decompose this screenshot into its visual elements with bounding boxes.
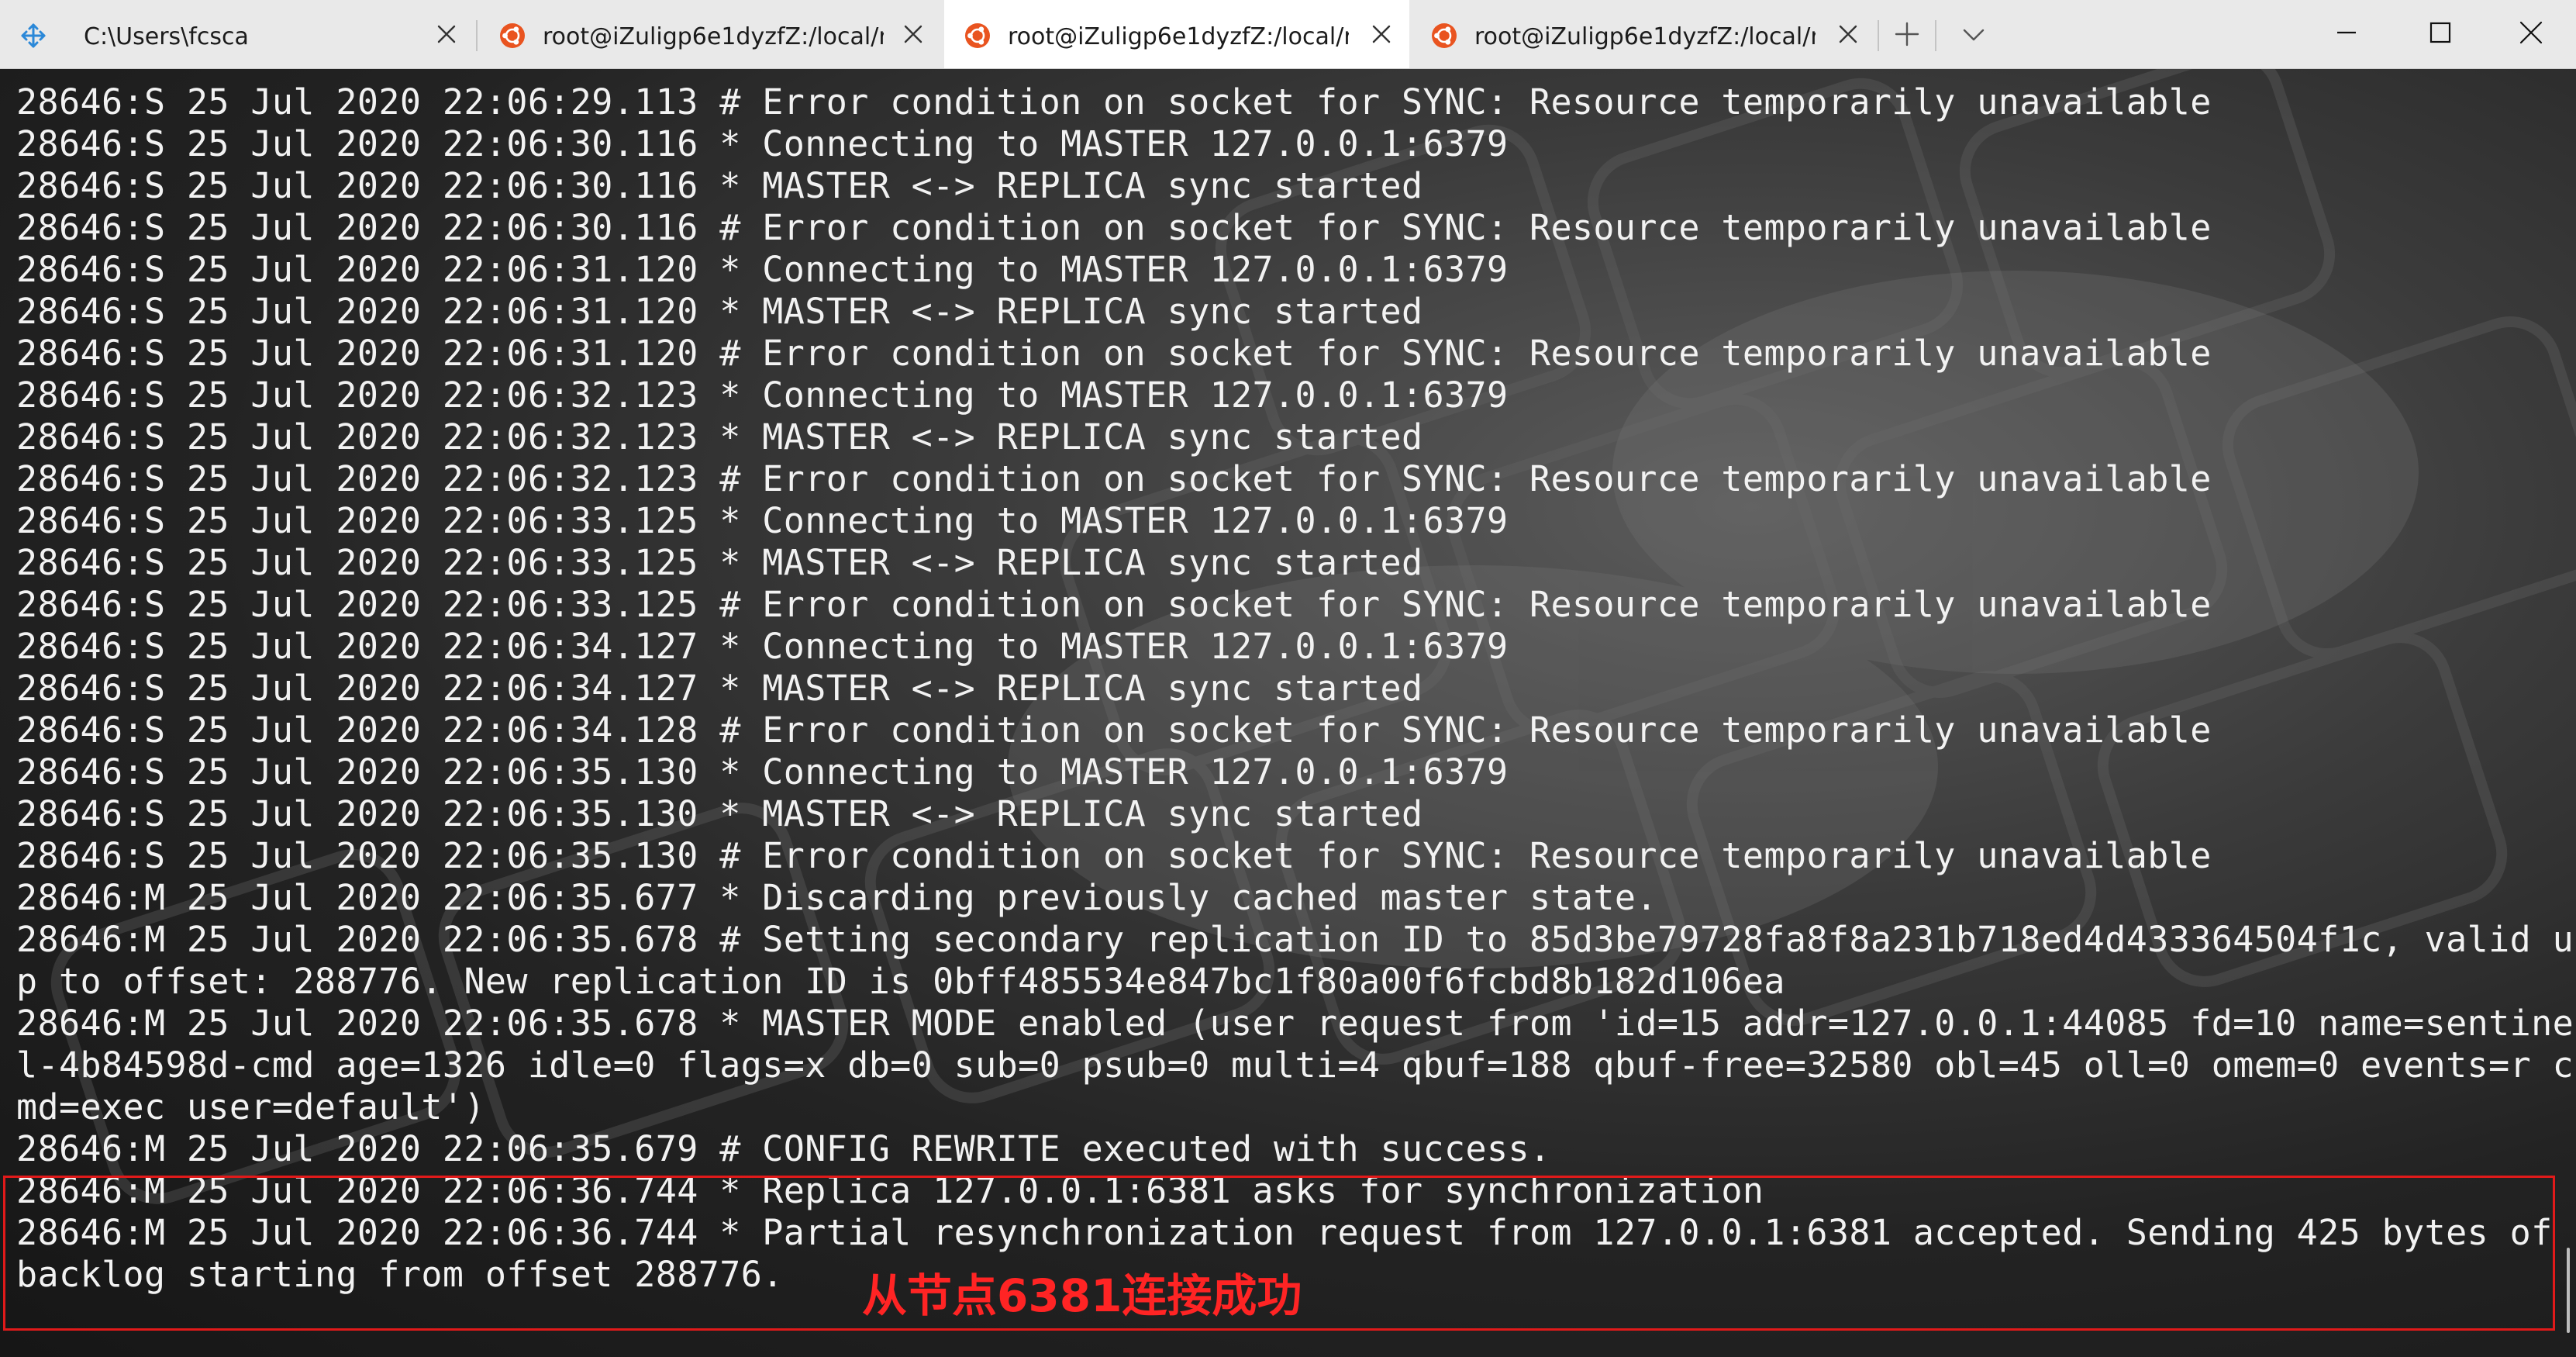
- terminal-line: 28646:S 25 Jul 2020 22:06:34.127 * MASTE…: [16, 668, 1423, 709]
- terminal-line: 28646:S 25 Jul 2020 22:06:35.130 # Error…: [16, 835, 2212, 876]
- terminal-line: 28646:S 25 Jul 2020 22:06:34.128 # Error…: [16, 710, 2212, 751]
- windows-terminal-window: C:\Users\fcsca root@iZuligp6e1dyzfZ:/loc…: [0, 0, 2576, 1357]
- terminal-line: 28646:S 25 Jul 2020 22:06:32.123 * MASTE…: [16, 416, 1423, 458]
- terminal-line: 28646:S 25 Jul 2020 22:06:35.130 * MASTE…: [16, 793, 1423, 834]
- terminal-line: 28646:M 25 Jul 2020 22:06:35.677 * Disca…: [16, 877, 1657, 918]
- terminal-line: 28646:M 25 Jul 2020 22:06:35.679 # CONFI…: [16, 1128, 1551, 1169]
- minimize-icon[interactable]: [2329, 16, 2364, 50]
- ubuntu-icon: [1432, 23, 1457, 48]
- close-icon[interactable]: [2514, 16, 2548, 50]
- terminal-line: 28646:S 25 Jul 2020 22:06:33.125 * MASTE…: [16, 542, 1423, 583]
- ubuntu-icon: [500, 23, 525, 48]
- tab-ssh-1[interactable]: root@iZuligp6e1dyzfZ:/local/rec: [479, 0, 941, 68]
- terminal-pane[interactable]: 28646:S 25 Jul 2020 22:06:29.113 # Error…: [0, 69, 2576, 1357]
- terminal-line: 28646:S 25 Jul 2020 22:06:32.123 * Conne…: [16, 375, 1509, 416]
- tab-title: C:\Users\fcsca: [84, 23, 249, 50]
- maximize-icon[interactable]: [2423, 16, 2457, 50]
- terminal-line: 28646:S 25 Jul 2020 22:06:30.116 * Conne…: [16, 123, 1509, 164]
- tab-title: root@iZuligp6e1dyzfZ:/local/rec: [1474, 23, 1816, 50]
- tab-bar: C:\Users\fcsca root@iZuligp6e1dyzfZ:/loc…: [0, 0, 2576, 69]
- terminal-line: l-4b84598d-cmd age=1326 idle=0 flags=x d…: [16, 1045, 2574, 1086]
- close-icon[interactable]: [902, 23, 924, 45]
- close-icon[interactable]: [436, 23, 457, 45]
- terminal-line: 28646:S 25 Jul 2020 22:06:33.125 * Conne…: [16, 500, 1509, 541]
- terminal-line: 28646:S 25 Jul 2020 22:06:35.130 * Conne…: [16, 751, 1509, 792]
- terminal-line: md=exec user=default'): [16, 1086, 485, 1127]
- terminal-line: 28646:S 25 Jul 2020 22:06:31.120 * Conne…: [16, 249, 1509, 290]
- tab-ssh-2-active[interactable]: root@iZuligp6e1dyzfZ:/local/rec: [944, 0, 1409, 68]
- terminal-line: 28646:S 25 Jul 2020 22:06:32.123 # Error…: [16, 458, 2212, 499]
- terminal-line: p to offset: 288776. New replication ID …: [16, 961, 1785, 1002]
- windows-terminal-icon: [21, 23, 46, 48]
- tab-ssh-3[interactable]: root@iZuligp6e1dyzfZ:/local/rec: [1411, 0, 1876, 68]
- terminal-line: 28646:S 25 Jul 2020 22:06:31.120 * MASTE…: [16, 291, 1423, 332]
- terminal-line: 28646:S 25 Jul 2020 22:06:30.116 # Error…: [16, 207, 2212, 248]
- terminal-line: 28646:M 25 Jul 2020 22:06:35.678 # Setti…: [16, 919, 2574, 960]
- terminal-line: 28646:S 25 Jul 2020 22:06:31.120 # Error…: [16, 333, 2212, 374]
- annotation-label: 从节点6381连接成功: [862, 1269, 1302, 1322]
- ubuntu-icon: [965, 23, 990, 48]
- chevron-down-icon[interactable]: [1961, 22, 1986, 47]
- terminal-line: 28646:S 25 Jul 2020 22:06:33.125 # Error…: [16, 584, 2212, 625]
- terminal-line: 28646:M 25 Jul 2020 22:06:35.678 * MASTE…: [16, 1003, 2574, 1044]
- plus-icon[interactable]: [1895, 22, 1919, 47]
- close-icon[interactable]: [1837, 23, 1859, 45]
- tab-title: root@iZuligp6e1dyzfZ:/local/rec: [543, 23, 884, 50]
- terminal-line: 28646:S 25 Jul 2020 22:06:30.116 * MASTE…: [16, 165, 1423, 206]
- terminal-line: 28646:S 25 Jul 2020 22:06:34.127 * Conne…: [16, 626, 1509, 667]
- tab-divider: [476, 20, 478, 51]
- tab-divider: [1878, 20, 1879, 51]
- terminal-line: 28646:S 25 Jul 2020 22:06:29.113 # Error…: [16, 81, 2212, 123]
- tab-powershell[interactable]: C:\Users\fcsca: [0, 0, 474, 68]
- tab-title: root@iZuligp6e1dyzfZ:/local/rec: [1008, 23, 1349, 50]
- tab-divider: [1935, 20, 1936, 51]
- close-icon[interactable]: [1371, 23, 1392, 45]
- terminal-output: 28646:S 25 Jul 2020 22:06:29.113 # Error…: [16, 81, 2574, 1296]
- scrollbar-thumb[interactable]: [2567, 1248, 2570, 1333]
